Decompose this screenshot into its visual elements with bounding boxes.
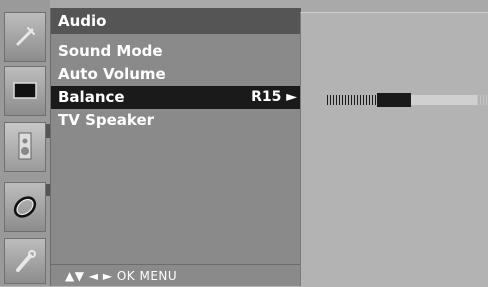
menu-item-label: Balance — [58, 88, 125, 106]
menu-item-balance[interactable]: Balance R15 ► — [51, 86, 301, 109]
balance-value: R15 ► — [251, 89, 297, 105]
balance-adjust-panel — [300, 12, 488, 286]
setup-category-tile[interactable] — [4, 12, 46, 62]
menu-item-label: Sound Mode — [58, 42, 163, 60]
balance-right-ticks — [477, 95, 487, 105]
navigation-hint: ▲▼ ◄ ► OK MENU — [51, 264, 301, 286]
tv-osd-screen: Audio Sound Mode Auto Volume Balance R15… — [0, 0, 488, 286]
settings-icon — [16, 250, 36, 272]
option-category-tile[interactable] — [4, 238, 46, 284]
balance-slider[interactable] — [327, 93, 487, 107]
balance-slider-handle[interactable] — [377, 93, 411, 107]
balance-left-ticks — [327, 95, 377, 105]
category-icon-column — [0, 0, 50, 286]
menu-item-label: Auto Volume — [58, 65, 166, 83]
menu-item-sound-mode[interactable]: Sound Mode — [51, 40, 301, 63]
speaker-icon — [18, 132, 32, 160]
menu-item-label: TV Speaker — [58, 111, 155, 129]
time-category-tile[interactable] — [4, 182, 46, 232]
antenna-icon — [16, 27, 35, 46]
menu-item-tv-speaker[interactable]: TV Speaker — [51, 109, 301, 132]
picture-category-tile[interactable] — [4, 66, 46, 116]
menu-title: Audio — [51, 8, 301, 34]
picture-icon — [13, 82, 37, 99]
audio-menu-panel: Audio Sound Mode Auto Volume Balance R15… — [50, 8, 301, 286]
audio-category-tile[interactable] — [4, 122, 46, 172]
time-icon — [13, 196, 37, 218]
menu-item-auto-volume[interactable]: Auto Volume — [51, 63, 301, 86]
balance-right-track — [411, 95, 477, 105]
menu-list: Sound Mode Auto Volume Balance R15 ► TV … — [51, 40, 301, 132]
